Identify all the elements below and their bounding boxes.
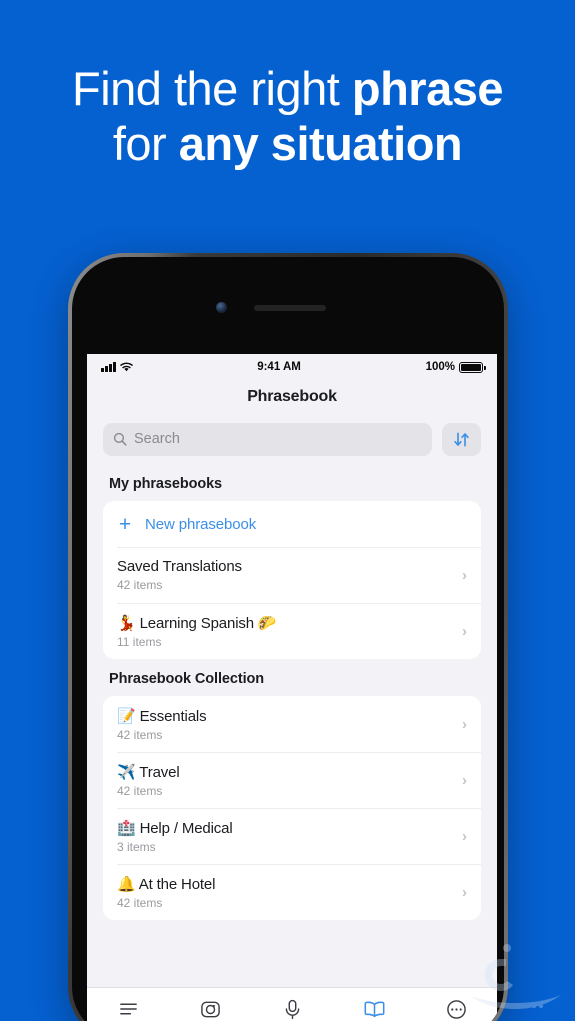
new-phrasebook-button[interactable]: + New phrasebook	[103, 501, 481, 547]
camera-icon	[200, 998, 221, 1020]
my-phrasebooks-card: + New phrasebook Saved Translations 42 i…	[103, 501, 481, 659]
list-item-text: 🏥 Help / Medical 3 items	[117, 819, 454, 854]
list-item-emoji: 🏥	[117, 819, 136, 837]
section-title-my-phrasebooks: My phrasebooks	[109, 476, 223, 492]
phone-screen: 9:41 AM 100% Phrasebook Search My phrase…	[87, 354, 497, 1021]
status-bar-time: 9:41 AM	[257, 361, 301, 373]
promo-line-1-bold: phrase	[351, 62, 504, 115]
list-item-title-text: Essentials	[139, 707, 207, 725]
list-item-subtitle: 42 items	[117, 727, 163, 742]
list-item-text: Saved Translations 42 items	[117, 558, 454, 592]
list-item[interactable]: Saved Translations 42 items ›	[103, 547, 481, 603]
promo-headline: Find the right phrase for any situation	[0, 62, 575, 171]
list-item-subtitle: 42 items	[117, 783, 163, 798]
battery-percent-label: 100%	[425, 361, 455, 373]
new-phrasebook-label: New phrasebook	[145, 515, 257, 533]
front-camera-icon	[216, 302, 227, 313]
list-item-subtitle: 11 items	[117, 634, 162, 649]
list-item-title: 💃 Learning Spanish 🌮	[117, 614, 454, 632]
list-item[interactable]: 🏥 Help / Medical 3 items ›	[103, 808, 481, 864]
list-item-title: 📝 Essentials	[117, 707, 454, 725]
list-item-text: ✈️ Travel 42 items	[117, 763, 454, 798]
status-bar: 9:41 AM 100%	[87, 354, 497, 380]
tab-voice[interactable]: Voice	[251, 998, 333, 1021]
chevron-right-icon: ›	[462, 827, 467, 845]
promo-line-1: Find the right phrase	[0, 62, 575, 117]
list-item-emoji: 💃	[117, 614, 136, 632]
ellipsis-circle-icon	[446, 998, 467, 1020]
phone-bezel: 9:41 AM 100% Phrasebook Search My phrase…	[72, 257, 504, 1021]
battery-full-icon	[459, 361, 486, 373]
list-item-subtitle: 42 items	[117, 895, 163, 910]
section-title-phrasebook-collection: Phrasebook Collection	[109, 671, 265, 687]
tab-more[interactable]: More	[415, 998, 497, 1021]
list-item-text: 💃 Learning Spanish 🌮 11 items	[117, 614, 454, 649]
plus-icon: +	[118, 512, 132, 536]
chevron-right-icon: ›	[462, 566, 467, 584]
list-item-title: ✈️ Travel	[117, 763, 454, 781]
search-row: Search	[87, 414, 497, 464]
list-item-text: 🔔 At the Hotel 42 items	[117, 875, 454, 910]
promo-line-2-bold: any situation	[178, 116, 463, 170]
search-placeholder: Search	[134, 431, 180, 447]
book-icon	[363, 998, 386, 1020]
chevron-right-icon: ›	[462, 771, 467, 789]
status-bar-left	[101, 362, 133, 372]
list-item-emoji: 🔔	[117, 875, 136, 893]
phrasebook-collection-card: 📝 Essentials 42 items › ✈️ Travel 42 ite…	[103, 696, 481, 920]
list-item-title-text: Help / Medical	[139, 819, 233, 837]
tab-camera[interactable]: Camera	[169, 998, 251, 1021]
wifi-icon	[119, 362, 133, 372]
sort-button[interactable]	[442, 422, 481, 456]
cellular-bars-icon	[101, 362, 116, 372]
phrasebook-list[interactable]: My phrasebooks + New phrasebook Saved Tr…	[87, 464, 497, 987]
list-item-emoji: ✈️	[117, 763, 136, 781]
list-item-title-text: At the Hotel	[138, 875, 216, 893]
promo-line-1-normal: Find the right	[71, 62, 352, 115]
list-item[interactable]: 💃 Learning Spanish 🌮 11 items ›	[103, 603, 481, 659]
search-input[interactable]: Search	[103, 422, 432, 456]
phone-device-frame: 9:41 AM 100% Phrasebook Search My phrase…	[68, 253, 508, 1021]
chevron-right-icon: ›	[462, 622, 467, 640]
earpiece-speaker	[254, 305, 326, 311]
list-item[interactable]: 🔔 At the Hotel 42 items ›	[103, 864, 481, 920]
list-item-title: 🏥 Help / Medical	[117, 819, 454, 837]
list-item-title-text: Learning Spanish 🌮	[139, 614, 277, 632]
list-item-title: 🔔 At the Hotel	[117, 875, 454, 893]
search-icon	[113, 432, 127, 446]
list-item[interactable]: ✈️ Travel 42 items ›	[103, 752, 481, 808]
chevron-right-icon: ›	[462, 883, 467, 901]
list-item-subtitle: 3 items	[117, 839, 156, 854]
promo-line-2: for any situation	[0, 117, 575, 172]
microphone-icon	[283, 998, 302, 1020]
list-item-emoji: 📝	[117, 707, 136, 725]
chevron-right-icon: ›	[462, 715, 467, 733]
list-item[interactable]: 📝 Essentials 42 items ›	[103, 696, 481, 752]
tab-text[interactable]: Text	[87, 998, 169, 1021]
text-lines-icon	[118, 998, 139, 1020]
promo-line-2-normal: for	[112, 116, 179, 170]
status-bar-right: 100%	[425, 361, 486, 373]
list-item-title: Saved Translations	[117, 558, 242, 575]
bottom-tab-bar: Text Camera	[87, 987, 497, 1021]
list-item-subtitle: 42 items	[117, 578, 163, 592]
list-item-title-text: Travel	[139, 763, 180, 781]
page-title: Phrasebook	[247, 388, 337, 405]
sort-arrows-icon	[454, 432, 469, 446]
list-item-text: 📝 Essentials 42 items	[117, 707, 454, 742]
tab-phrasebook[interactable]: Phrasebook	[333, 998, 415, 1021]
